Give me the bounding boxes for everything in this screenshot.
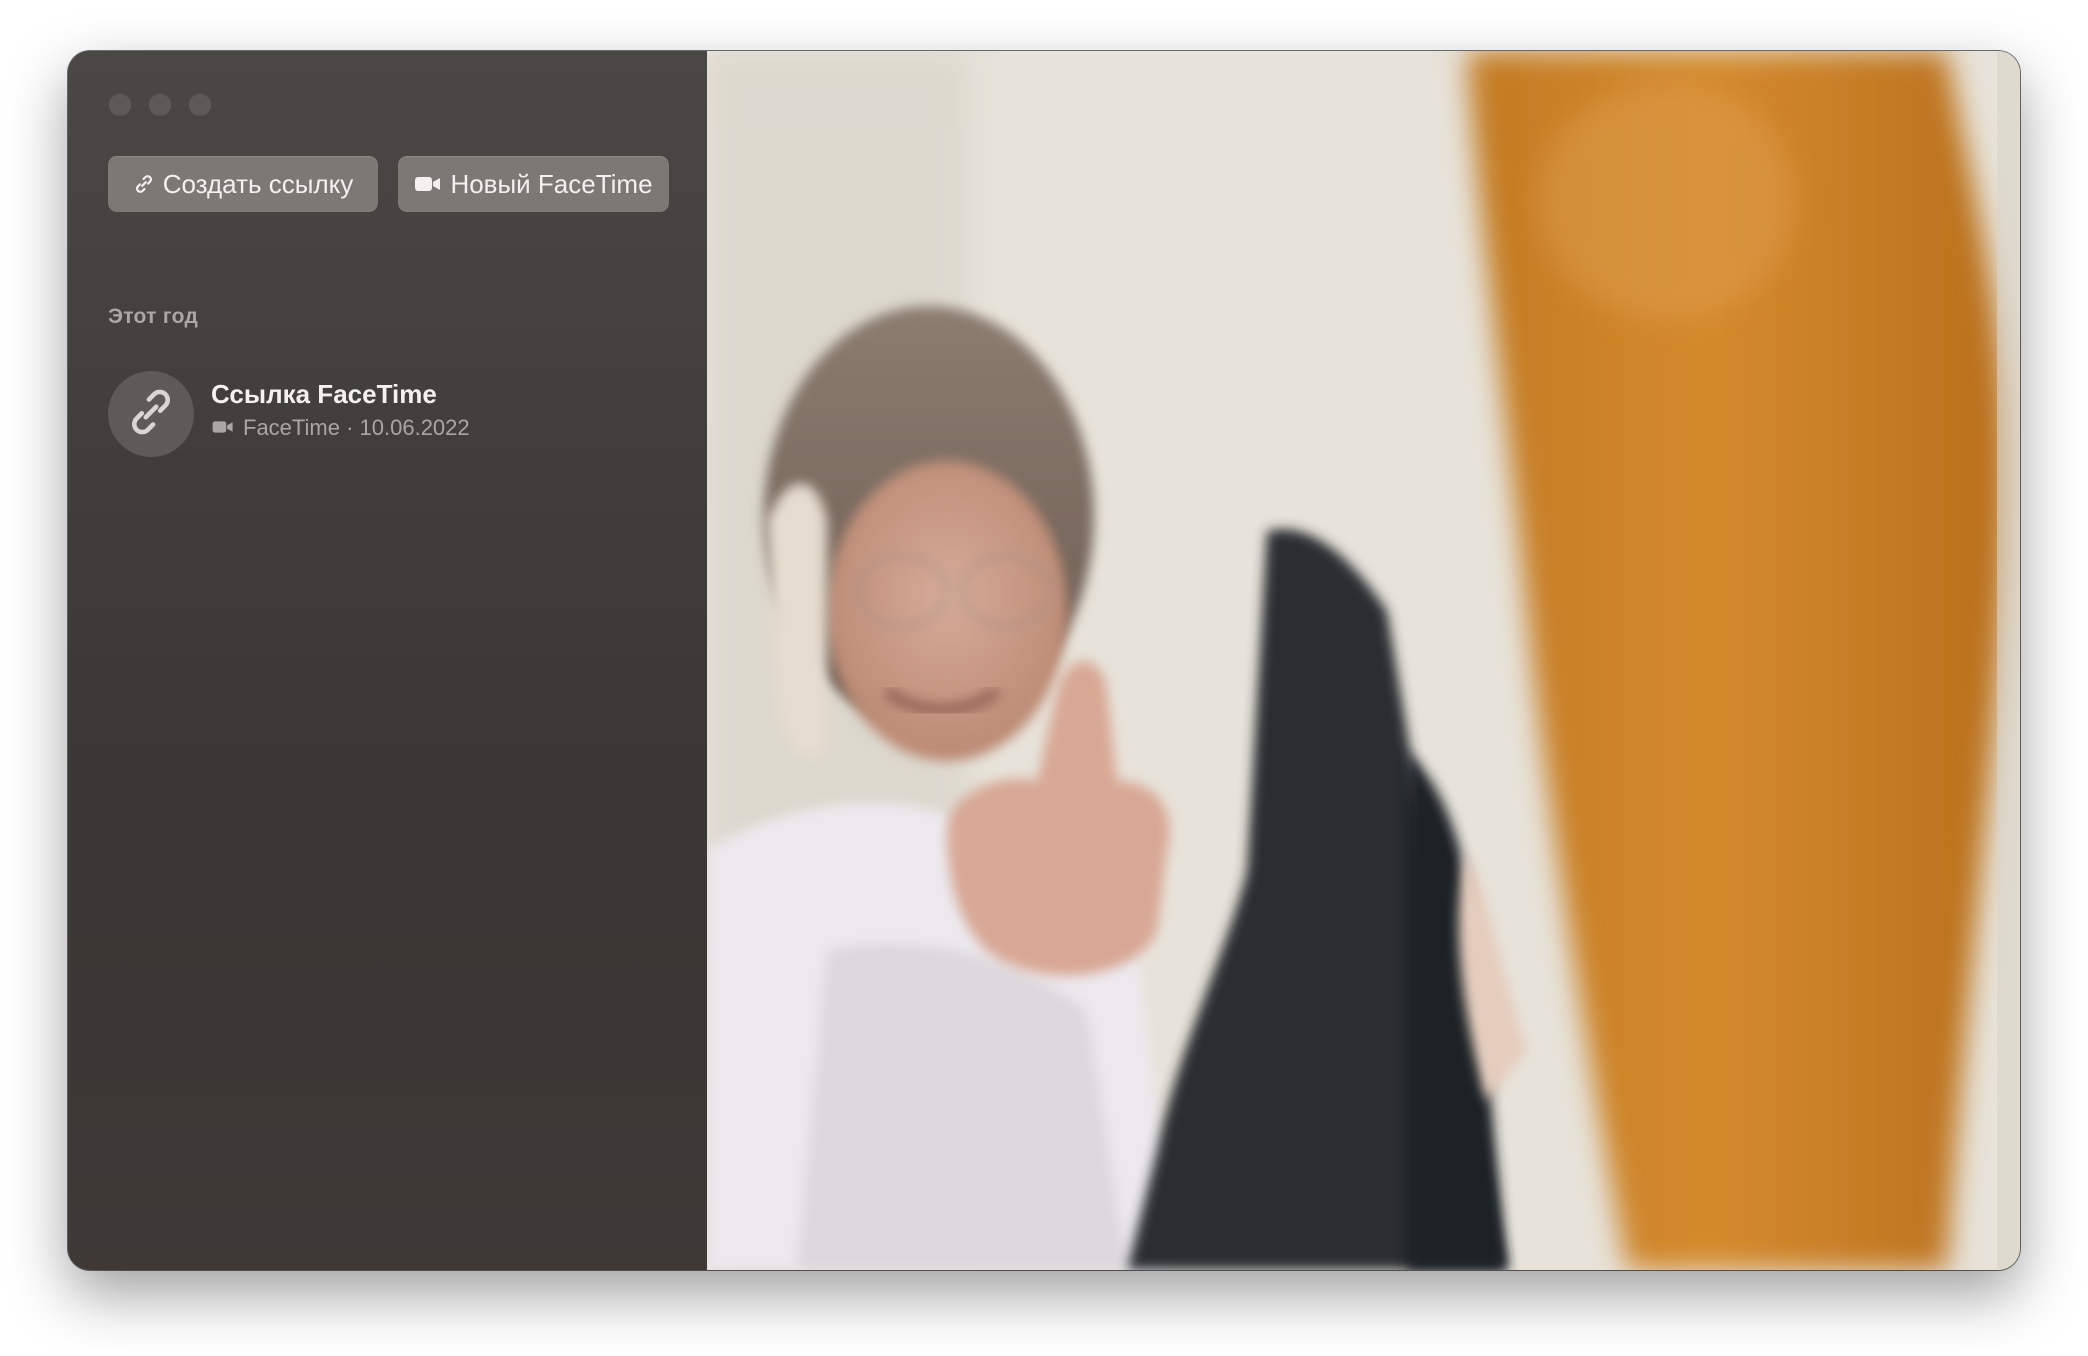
minimize-window-button[interactable] [148, 93, 172, 117]
new-facetime-label: Новый FaceTime [450, 168, 653, 199]
link-icon [126, 387, 176, 442]
new-facetime-button[interactable]: Новый FaceTime [398, 156, 669, 212]
camera-preview-image [707, 51, 2020, 1270]
window-controls [108, 93, 212, 117]
section-title-this-year: Этот год [108, 305, 199, 328]
zoom-window-button[interactable] [188, 93, 212, 117]
facetime-window: Создать ссылку Новый FaceTime Этот год С… [68, 51, 2020, 1270]
camera-preview [707, 51, 2020, 1270]
recent-call-title: Ссылка FaceTime [211, 379, 437, 409]
create-link-label: Создать ссылку [162, 168, 354, 199]
create-link-button[interactable]: Создать ссылку [108, 156, 378, 212]
link-icon [133, 173, 155, 195]
video-camera-icon [414, 174, 442, 194]
close-window-button[interactable] [108, 93, 132, 117]
recent-call-meta: FaceTime · 10.06.2022 [243, 415, 470, 440]
link-avatar [108, 371, 194, 457]
recent-call-item[interactable]: Ссылка FaceTime FaceTime · 10.06.2022 [108, 369, 668, 459]
recent-call-subtitle: FaceTime · 10.06.2022 [211, 415, 470, 441]
video-camera-icon [211, 415, 235, 441]
sidebar: Создать ссылку Новый FaceTime Этот год С… [68, 51, 707, 1270]
